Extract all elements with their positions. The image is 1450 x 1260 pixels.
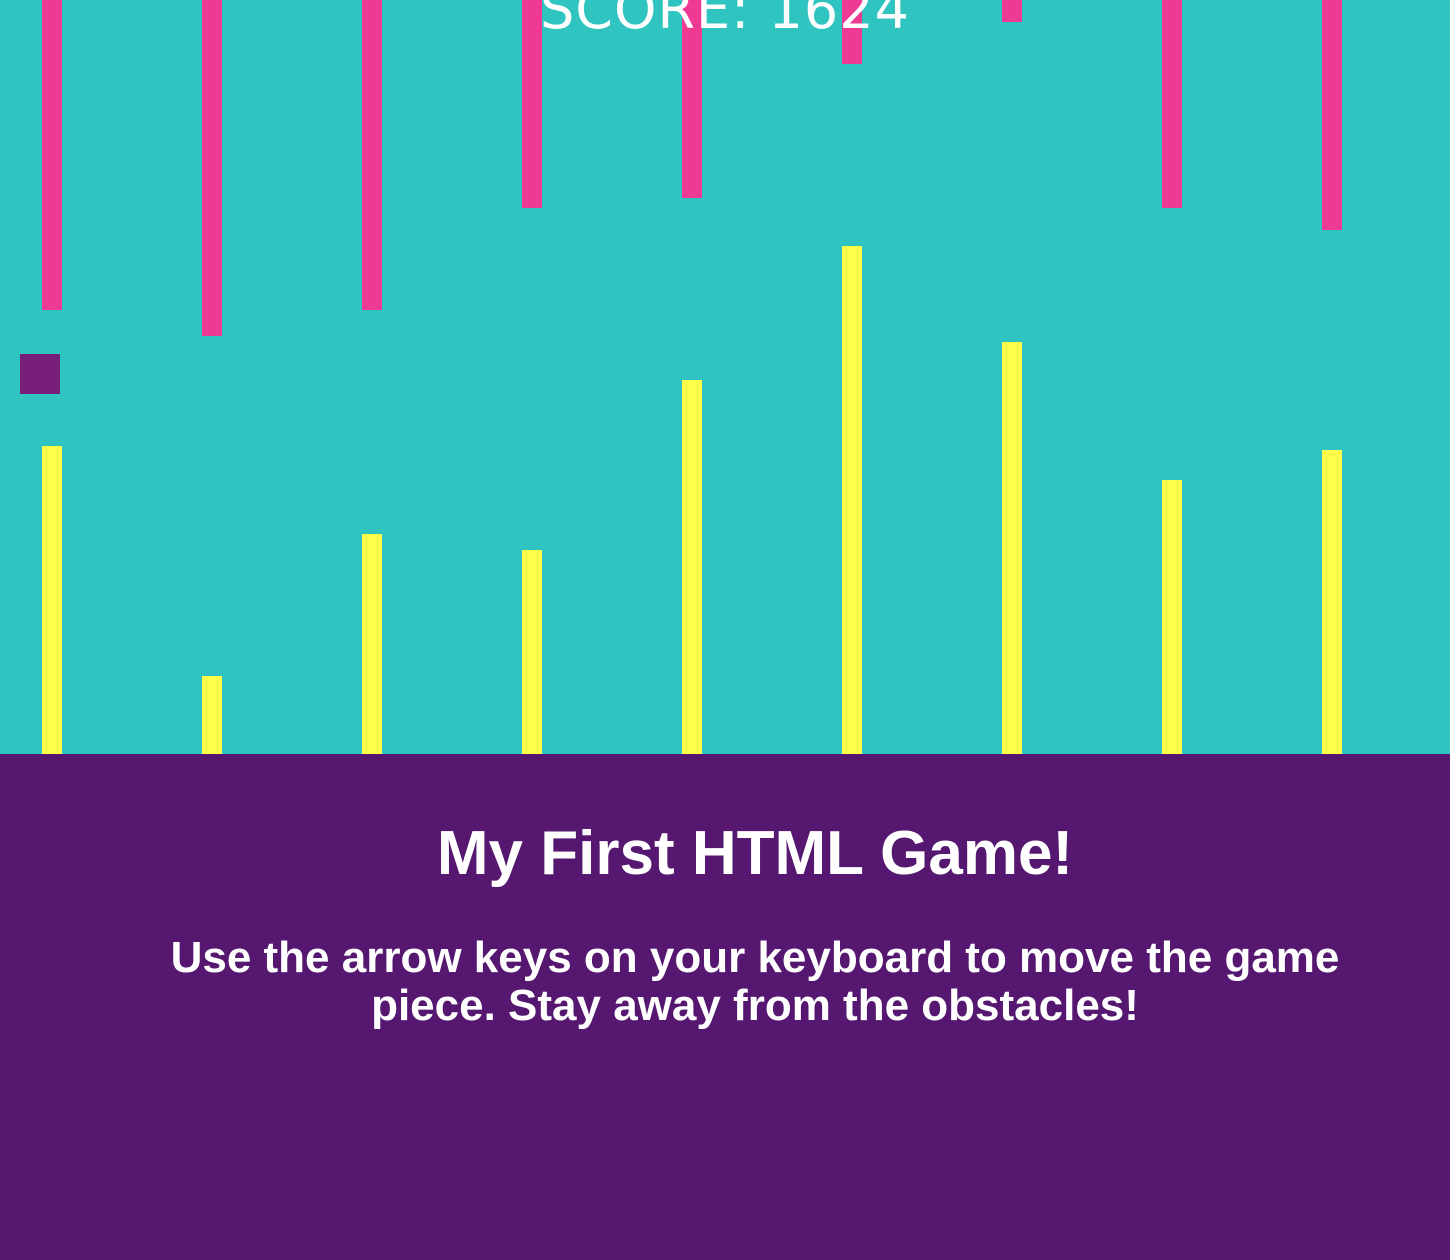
- obstacle-top: [362, 0, 382, 310]
- obstacle-bottom: [1162, 480, 1182, 754]
- obstacle-bottom: [842, 246, 862, 754]
- player-piece: [20, 354, 60, 394]
- obstacle-bottom: [42, 446, 62, 754]
- obstacle-top: [42, 0, 62, 310]
- instructions-text: Use the arrow keys on your keyboard to m…: [170, 933, 1340, 1030]
- obstacle-bottom: [1002, 342, 1022, 754]
- obstacle-bottom: [522, 550, 542, 754]
- obstacle-bottom: [202, 676, 222, 754]
- obstacle-top: [202, 0, 222, 336]
- page-title: My First HTML Game!: [436, 819, 1074, 888]
- game-canvas[interactable]: SCORE: 1624: [0, 0, 1450, 754]
- score-display: SCORE: 1624: [540, 0, 910, 41]
- obstacle-bottom: [682, 380, 702, 754]
- obstacle-bottom: [1322, 450, 1342, 754]
- obstacle-bottom: [362, 534, 382, 754]
